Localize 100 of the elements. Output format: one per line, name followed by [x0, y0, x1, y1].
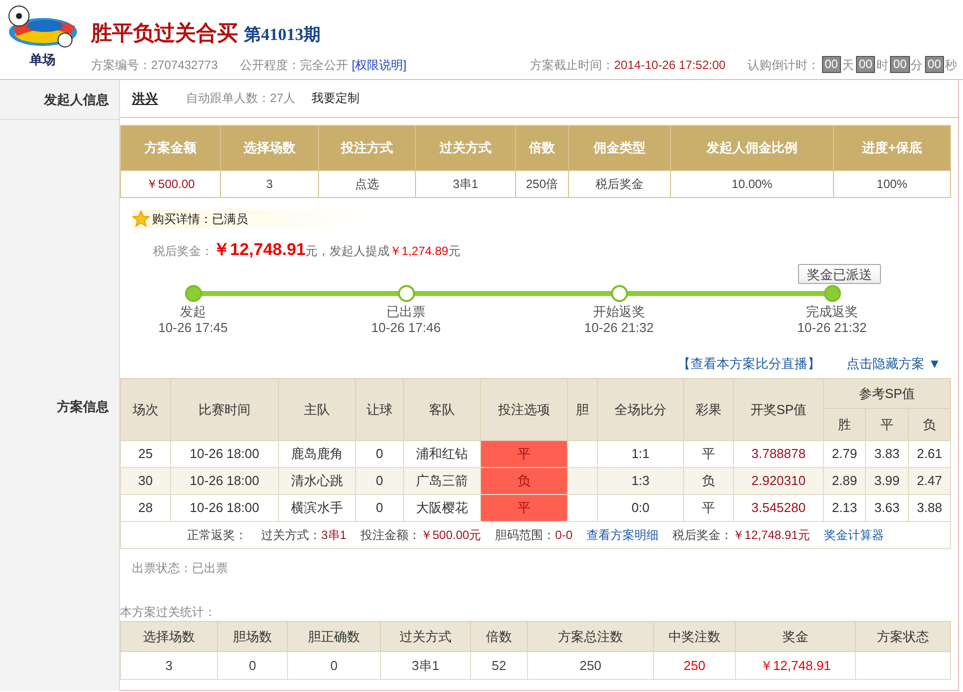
purchase-label: 购买详情：: [152, 210, 212, 228]
table-cell: 3串1: [380, 652, 470, 680]
table-cell: 250: [654, 652, 736, 680]
plan-detail-link[interactable]: 查看方案明细: [586, 526, 659, 544]
countdown-label: 认购倒计时：: [748, 56, 820, 74]
table-cell: 0:0: [598, 494, 684, 522]
table-header: 奖金: [736, 622, 856, 652]
table-header: 比赛时间: [170, 378, 278, 440]
table-header: 主队: [278, 378, 356, 440]
customize-link[interactable]: 我要定制: [311, 89, 360, 108]
table-header: 选择场数: [120, 622, 218, 652]
star-icon: [132, 210, 150, 228]
bet-option-cell: 平: [480, 494, 568, 522]
step-label: 完成返奖: [806, 304, 858, 320]
countdown-value: 00: [924, 56, 944, 73]
commission-amount: ￥1,274.89: [390, 242, 448, 260]
table-cell: 10-26 18:00: [170, 494, 278, 522]
prize-dispatched-button[interactable]: 奖金已派送: [798, 264, 881, 284]
table-header: 发起人佣金比例: [670, 125, 834, 170]
table-cell: 3.545280: [734, 494, 824, 522]
table-header: 过关方式: [416, 125, 516, 170]
after-tax-value: ￥12,748.91元: [732, 527, 810, 544]
section-label: 方案信息: [57, 398, 109, 416]
prize-amount: ￥12,748.91: [213, 238, 306, 260]
page-title: 胜平负过关合买: [91, 20, 238, 47]
table-header: 过关方式: [380, 622, 470, 652]
table-header: 倍数: [516, 125, 568, 170]
bet-option-cell: 平: [480, 440, 568, 468]
table-cell: 横滨水手: [278, 494, 356, 522]
pass-label: 过关方式：: [261, 527, 322, 544]
stats-title: 本方案过关统计：: [120, 604, 217, 621]
banker-value: 0-0: [555, 527, 573, 544]
visibility-label: 公开程度：: [240, 56, 300, 74]
prize-text: 元，发起人提成: [306, 242, 390, 260]
table-cell: 0: [288, 652, 380, 680]
table-cell: 250倍: [516, 170, 568, 197]
purchase-status: 已满员: [212, 210, 248, 228]
table-header: 胆正确数: [288, 622, 380, 652]
sponsor-name[interactable]: 洪兴: [132, 88, 158, 108]
table-header: 投注选项: [480, 378, 568, 440]
amount-label: 投注金额：: [360, 527, 420, 544]
issue-number: 第41013期: [244, 24, 320, 46]
table-cell: 28: [120, 494, 170, 522]
payout-status: 正常返奖：: [187, 527, 248, 544]
step-label: 开始返奖: [593, 304, 645, 320]
table-header: 胆场数: [218, 622, 288, 652]
section-label: 发起人信息: [44, 90, 109, 109]
prize-calculator-link[interactable]: 奖金计算器: [824, 526, 884, 544]
table-cell: 0: [218, 652, 288, 680]
table-cell: 3串1: [416, 170, 516, 197]
table-cell: 3.63: [866, 494, 908, 522]
commission-unit: 元: [448, 242, 460, 260]
plan-number: 2707432773: [151, 56, 218, 74]
visibility-value: 完全公开: [300, 56, 348, 74]
table-header: 胆: [568, 378, 598, 440]
table-cell: 3.88: [908, 494, 951, 522]
countdown-unit: 天: [842, 56, 854, 74]
step-label: 发起: [180, 304, 206, 320]
score-live-link[interactable]: 【查看本方案比分直播】: [678, 354, 821, 374]
table-header: 让球: [356, 378, 404, 440]
table-cell: 2.13: [824, 494, 866, 522]
table-header: 全场比分: [598, 378, 684, 440]
deadline-time: 2014-10-26 17:52:00: [614, 56, 726, 74]
table-header: 进度+保底: [834, 125, 950, 170]
table-header: 方案金额: [120, 125, 220, 170]
after-tax-label: 税后奖金：: [672, 527, 733, 544]
hide-plan-link[interactable]: 点击隐藏方案 ▼: [846, 354, 941, 374]
table-header: 场次: [120, 378, 170, 440]
table-header: 方案状态: [856, 622, 950, 652]
table-cell: 52: [470, 652, 528, 680]
table-header: 开奖SP值: [734, 378, 824, 440]
table-cell: 100%: [834, 170, 950, 197]
countdown-value: 00: [822, 56, 841, 73]
permission-link[interactable]: [权限说明]: [352, 56, 406, 74]
table-cell: ￥500.00: [120, 170, 220, 197]
countdown-unit: 时: [876, 56, 888, 74]
table-cell: 3: [220, 170, 318, 197]
table-header: 倍数: [470, 622, 528, 652]
table-header: 胜: [824, 408, 866, 440]
table-cell: 250: [528, 652, 654, 680]
step-time: 10-26 17:45: [158, 320, 228, 336]
table-cell: ￥12,748.91: [736, 652, 856, 680]
table-header: 中奖注数: [654, 622, 736, 652]
table-header: 负: [908, 408, 951, 440]
table-cell: 点选: [318, 170, 416, 197]
pass-value: 3串1: [321, 527, 346, 544]
banker-label: 胆码范围：: [495, 527, 556, 544]
table-header: 方案总注数: [528, 622, 654, 652]
table-header: 投注方式: [318, 125, 416, 170]
step-time: 10-26 21:32: [584, 320, 654, 336]
prize-label: 税后奖金：: [153, 242, 213, 260]
table-header: 参考SP值: [824, 378, 951, 408]
table-cell: 10.00%: [670, 170, 834, 197]
table-header: 平: [866, 408, 908, 440]
logo-label: 单场: [30, 51, 56, 69]
table-cell: 0: [356, 494, 404, 522]
countdown-unit: 秒: [945, 56, 957, 74]
bet-option-cell: 负: [480, 468, 568, 494]
table-cell: 税后奖金: [568, 170, 670, 197]
table-cell: 3: [120, 652, 218, 680]
